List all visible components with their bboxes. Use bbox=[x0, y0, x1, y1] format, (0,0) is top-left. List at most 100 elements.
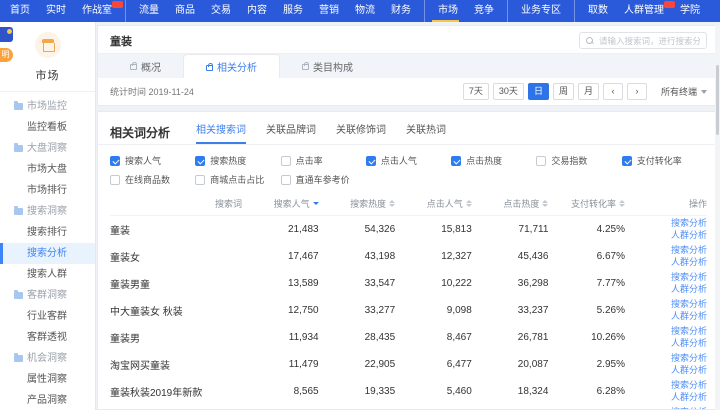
topnav-item[interactable]: 营销 bbox=[311, 0, 347, 22]
metric-checkbox[interactable]: 在线商品数 bbox=[110, 173, 195, 186]
metric-checkbox[interactable]: 点击率 bbox=[281, 154, 366, 167]
cell-search-popularity: 8,565 bbox=[260, 386, 337, 397]
sidebar-item[interactable]: 市场大盘 bbox=[0, 159, 95, 180]
topnav-item[interactable]: 竞争 bbox=[466, 0, 502, 22]
metric-checkbox[interactable]: 搜索热度 bbox=[195, 154, 280, 167]
metric-checkbox[interactable]: 搜索人气 bbox=[110, 154, 195, 167]
table-column-header[interactable]: 支付转化率 bbox=[566, 197, 643, 210]
topnav-item[interactable]: 财务 bbox=[383, 0, 419, 22]
topnav-item[interactable]: 业务专区 bbox=[507, 0, 569, 22]
analysis-tab-label: 相关搜索词 bbox=[196, 125, 246, 136]
crowd-analysis-link[interactable]: 人群分析 bbox=[671, 311, 707, 322]
topnav-item[interactable]: 流量 bbox=[125, 0, 167, 22]
cell-actions: 搜索分析 人群分析 bbox=[643, 407, 707, 409]
sidebar-item[interactable]: 搜索排行 bbox=[0, 222, 95, 243]
period-button[interactable]: › bbox=[627, 83, 647, 100]
terminal-select[interactable]: 所有终端 bbox=[661, 85, 707, 98]
topnav-item[interactable]: 作战室 bbox=[74, 0, 120, 22]
period-button[interactable]: 月 bbox=[578, 83, 599, 100]
search-analysis-link[interactable]: 搜索分析 bbox=[671, 299, 707, 310]
sidebar-item[interactable]: 产品洞察 bbox=[0, 390, 95, 410]
analysis-tab[interactable]: 关联品牌词 bbox=[266, 121, 316, 144]
topnav-item[interactable]: 市场 bbox=[424, 0, 466, 22]
period-button[interactable]: 7天 bbox=[463, 83, 489, 100]
search-input[interactable]: 请输入搜索词，进行搜索分析 bbox=[579, 32, 707, 49]
topnav-item[interactable]: 交易 bbox=[203, 0, 239, 22]
period-button[interactable]: ‹ bbox=[603, 83, 623, 100]
table-column-header[interactable]: 操作 bbox=[643, 197, 707, 210]
crowd-analysis-link[interactable]: 人群分析 bbox=[671, 338, 707, 349]
crowd-analysis-link[interactable]: 人群分析 bbox=[671, 257, 707, 268]
metric-checkbox[interactable]: 点击热度 bbox=[451, 154, 536, 167]
topnav-item[interactable]: 首页 bbox=[2, 0, 38, 22]
search-analysis-link[interactable]: 搜索分析 bbox=[671, 272, 707, 283]
metric-checkbox[interactable]: 点击人气 bbox=[366, 154, 451, 167]
crowd-analysis-link[interactable]: 人群分析 bbox=[671, 284, 707, 295]
period-button[interactable]: 30天 bbox=[493, 83, 524, 100]
period-button[interactable]: 日 bbox=[528, 83, 549, 100]
metric-label: 点击热度 bbox=[466, 154, 502, 167]
crowd-analysis-link[interactable]: 人群分析 bbox=[671, 392, 707, 403]
topnav-item[interactable]: 服务 bbox=[275, 0, 311, 22]
metric-label: 支付转化率 bbox=[637, 154, 682, 167]
sidebar-item-label: 行业客群 bbox=[27, 311, 67, 322]
topnav-item[interactable]: 取数 bbox=[574, 0, 616, 22]
topnav-item-label: 市场 bbox=[438, 5, 458, 16]
column-header-label: 搜索人气 bbox=[274, 197, 310, 210]
search-analysis-link[interactable]: 搜索分析 bbox=[671, 407, 707, 409]
table-column-header[interactable]: 搜索词 bbox=[110, 197, 260, 210]
search-analysis-link[interactable]: 搜索分析 bbox=[671, 245, 707, 256]
period-button-group: 7天 30天 日 周 bbox=[463, 83, 647, 100]
sidebar-item[interactable]: 搜索分析 bbox=[0, 243, 95, 264]
topnav-item-label: 财务 bbox=[391, 5, 411, 16]
search-analysis-link[interactable]: 搜索分析 bbox=[671, 326, 707, 337]
topnav-item[interactable]: 商品 bbox=[167, 0, 203, 22]
crowd-analysis-link[interactable]: 人群分析 bbox=[671, 230, 707, 241]
table-row: 童装女 17,467 43,198 12,327 45,436 6.67% 搜索… bbox=[110, 243, 707, 270]
cell-pay-conversion: 7.77% bbox=[566, 278, 643, 289]
sidebar-item[interactable]: 机会洞察 bbox=[0, 348, 95, 369]
sidebar-item[interactable]: 行业客群 bbox=[0, 306, 95, 327]
sidebar-item[interactable]: 市场排行 bbox=[0, 180, 95, 201]
table-column-header[interactable]: 点击人气 bbox=[413, 197, 490, 210]
topnav-item-label: 服务 bbox=[283, 5, 303, 16]
topnav-item[interactable]: 学院 bbox=[672, 0, 708, 22]
metric-checkbox[interactable]: 交易指数 bbox=[536, 154, 621, 167]
sidebar-item[interactable]: 大盘洞察 bbox=[0, 138, 95, 159]
sidebar-item[interactable]: 搜索洞察 bbox=[0, 201, 95, 222]
crowd-analysis-link[interactable]: 人群分析 bbox=[671, 365, 707, 376]
topnav-item[interactable]: 实时 bbox=[38, 0, 74, 22]
topnav-item-label: 商品 bbox=[175, 5, 195, 16]
search-analysis-link[interactable]: 搜索分析 bbox=[671, 218, 707, 229]
sidebar-item[interactable]: 属性洞察 bbox=[0, 369, 95, 390]
cell-search-popularity: 12,750 bbox=[260, 305, 337, 316]
topnav-item[interactable]: 内容 bbox=[239, 0, 275, 22]
search-analysis-link[interactable]: 搜索分析 bbox=[671, 380, 707, 391]
sidebar-item[interactable]: 搜索人群 bbox=[0, 264, 95, 285]
table-column-header[interactable]: 点击热度 bbox=[490, 197, 567, 210]
metric-checkbox[interactable]: 直通车参考价 bbox=[281, 173, 366, 186]
keyword-tab[interactable]: 相关分析 bbox=[183, 54, 280, 78]
keyword-tab[interactable]: 概况 bbox=[108, 54, 183, 78]
sidebar-item-label: 市场排行 bbox=[27, 185, 67, 196]
analysis-tab[interactable]: 关联热词 bbox=[406, 121, 446, 144]
table-column-header[interactable]: 搜索热度 bbox=[337, 197, 414, 210]
sidebar-item[interactable]: 市场监控 bbox=[0, 96, 95, 117]
analysis-tab[interactable]: 关联修饰词 bbox=[336, 121, 386, 144]
sidebar-item[interactable]: 客群洞察 bbox=[0, 285, 95, 306]
keyword-tab[interactable]: 类目构成 bbox=[280, 54, 375, 78]
table-column-header[interactable]: 搜索人气 bbox=[260, 197, 337, 210]
search-analysis-link[interactable]: 搜索分析 bbox=[671, 353, 707, 364]
scrollbar[interactable] bbox=[715, 25, 720, 410]
topnav-item[interactable]: 物流 bbox=[347, 0, 383, 22]
period-button[interactable]: 周 bbox=[553, 83, 574, 100]
metric-checkbox[interactable]: 支付转化率 bbox=[622, 154, 707, 167]
metric-checkbox[interactable]: 商城点击占比 bbox=[195, 173, 280, 186]
lock-icon bbox=[206, 65, 213, 71]
scrollbar-thumb[interactable] bbox=[716, 65, 719, 135]
sidebar-item[interactable]: 监控看板 bbox=[0, 117, 95, 138]
sidebar-item[interactable]: 客群透视 bbox=[0, 327, 95, 348]
topnav-item[interactable]: 人群管理 bbox=[616, 0, 672, 22]
terminal-select-value: 所有终端 bbox=[661, 85, 697, 98]
analysis-tab[interactable]: 相关搜索词 bbox=[196, 121, 246, 144]
